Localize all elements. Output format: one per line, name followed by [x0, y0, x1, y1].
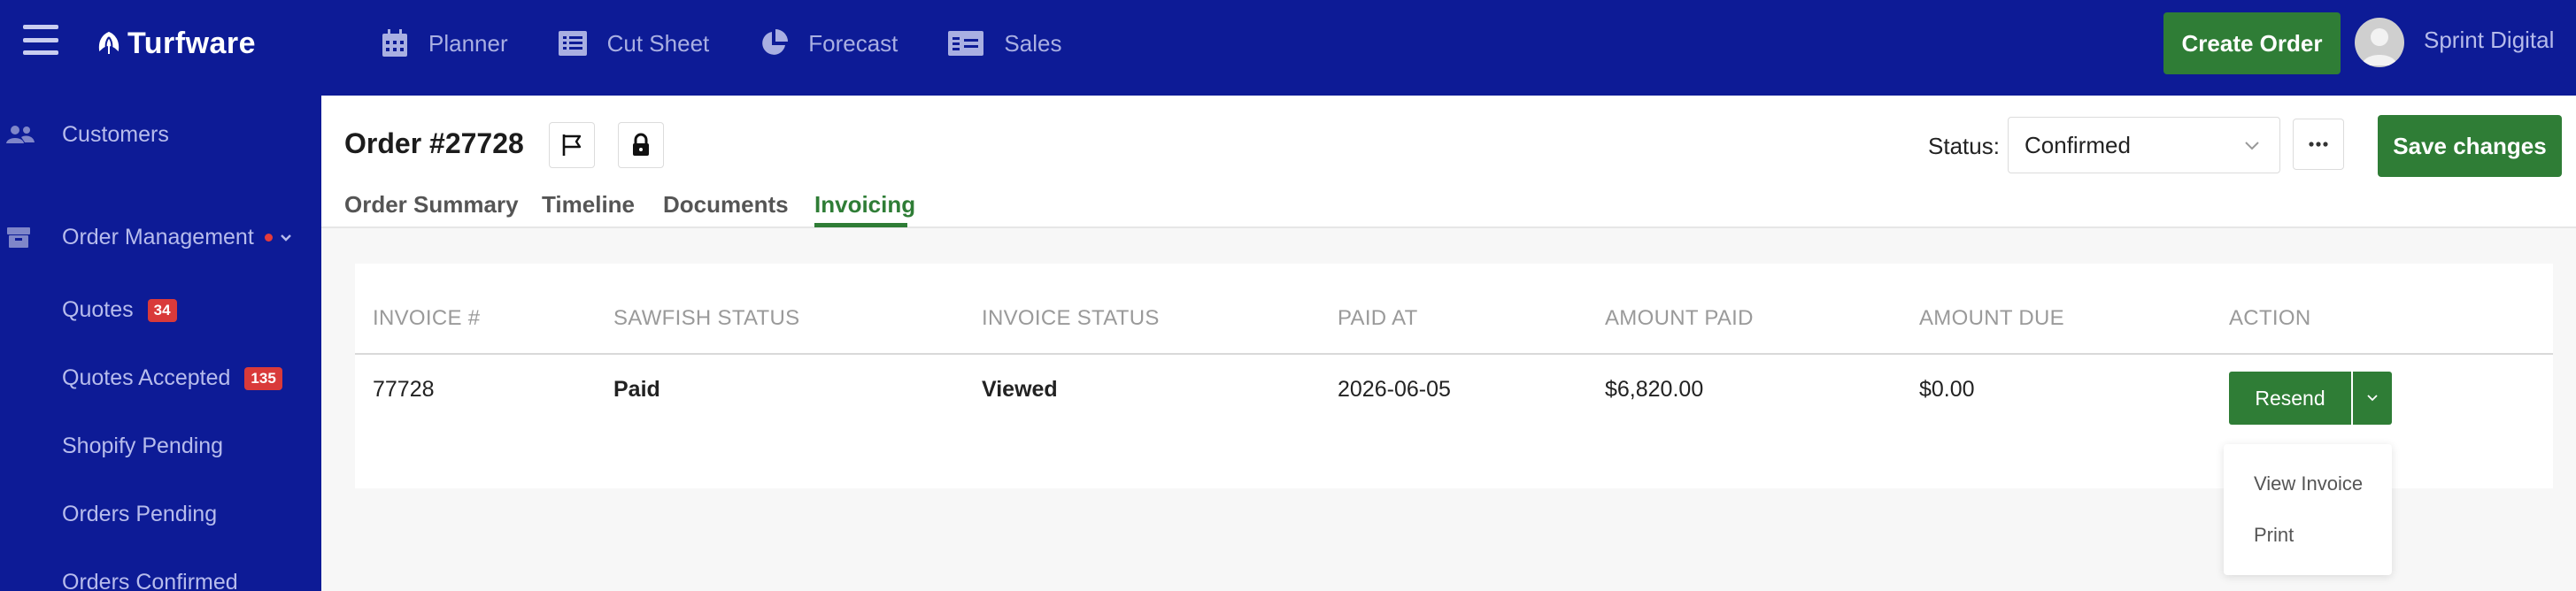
action-dropdown-toggle[interactable]	[2353, 372, 2392, 425]
sidebar-item-quotes-accepted[interactable]: Quotes Accepted 135	[0, 351, 321, 404]
sidebar-item-shopify-pending[interactable]: Shopify Pending	[0, 419, 321, 472]
nav-planner[interactable]: Planner	[381, 28, 508, 58]
leaf-icon	[98, 31, 120, 54]
tab-order-summary[interactable]: Order Summary	[344, 191, 519, 219]
menu-item-print[interactable]: Print	[2254, 524, 2294, 547]
menu-icon[interactable]	[23, 25, 58, 55]
chevron-down-icon	[280, 234, 291, 242]
action-dropdown-menu: View Invoice Print	[2224, 444, 2392, 575]
pie-chart-icon	[762, 29, 789, 55]
sidebar: Customers Order Management Quotes 34 Quot…	[0, 96, 321, 591]
chevron-down-icon	[2245, 142, 2259, 150]
user-icon	[2362, 28, 2397, 65]
ellipsis-icon	[2309, 142, 2328, 147]
lock-button[interactable]	[618, 122, 664, 168]
tab-timeline[interactable]: Timeline	[542, 191, 635, 219]
list-icon	[558, 31, 587, 56]
create-order-button[interactable]: Create Order	[2163, 12, 2341, 74]
sidebar-item-label: Order Management	[62, 225, 292, 250]
active-tab-indicator	[814, 223, 907, 227]
sidebar-item-order-management[interactable]: Order Management	[0, 211, 321, 264]
column-header-paid-at: PAID AT	[1338, 306, 1418, 330]
user-name[interactable]: Sprint Digital	[2424, 27, 2554, 54]
chevron-down-icon	[2367, 395, 2378, 402]
notification-dot	[264, 234, 273, 242]
column-header-amount-due: AMOUNT DUE	[1919, 306, 2064, 330]
user-avatar[interactable]	[2355, 18, 2404, 67]
invoice-status-cell: Viewed	[982, 377, 1058, 402]
sawfish-status-cell: Paid	[613, 377, 660, 402]
flag-button[interactable]	[549, 122, 595, 168]
sidebar-item-label: Orders Confirmed	[62, 569, 238, 591]
invoice-number-cell: 77728	[373, 377, 435, 402]
tab-invoicing[interactable]: Invoicing	[814, 191, 915, 219]
nav-forecast-label: Forecast	[808, 29, 899, 57]
sidebar-item-quotes[interactable]: Quotes 34	[0, 283, 321, 336]
tab-documents[interactable]: Documents	[663, 191, 789, 219]
app-logo[interactable]: Turfware	[96, 23, 256, 64]
users-icon	[6, 126, 35, 143]
box-icon	[7, 227, 30, 248]
sidebar-item-label: Customers	[62, 121, 169, 147]
paid-at-cell: 2026-06-05	[1338, 377, 1451, 402]
calendar-icon	[382, 29, 407, 57]
amount-paid-cell: $6,820.00	[1605, 377, 1704, 402]
menu-item-view-invoice[interactable]: View Invoice	[2254, 472, 2363, 495]
status-select[interactable]: Confirmed	[2008, 117, 2280, 173]
nav-planner-label: Planner	[428, 29, 508, 57]
count-badge: 34	[147, 298, 177, 322]
main-nav: Planner Cut Sheet Forecast Sales	[381, 23, 1111, 64]
resend-button[interactable]: Resend	[2229, 372, 2351, 425]
id-card-icon	[948, 31, 984, 56]
sidebar-item-label: Quotes Accepted 135	[62, 365, 282, 391]
sidebar-item-customers[interactable]: Customers	[0, 108, 321, 161]
nav-sales[interactable]: Sales	[947, 30, 1061, 58]
app-name: Turfware	[127, 26, 257, 60]
flag-icon	[562, 134, 582, 156]
nav-cut-sheet[interactable]: Cut Sheet	[558, 29, 710, 58]
column-header-invoice-status: INVOICE STATUS	[982, 306, 1160, 330]
page-title: Order #27728	[344, 127, 524, 159]
status-value: Confirmed	[2025, 131, 2131, 158]
column-header-action: ACTION	[2229, 306, 2311, 330]
nav-sales-label: Sales	[1004, 29, 1062, 57]
sidebar-item-label: Quotes 34	[62, 297, 177, 323]
sidebar-item-label: Shopify Pending	[62, 433, 224, 458]
nav-forecast[interactable]: Forecast	[759, 28, 898, 58]
sidebar-item-orders-confirmed[interactable]: Orders Confirmed	[0, 556, 321, 591]
amount-due-cell: $0.00	[1919, 377, 1975, 402]
sidebar-item-orders-pending[interactable]: Orders Pending	[0, 487, 321, 541]
count-badge: 135	[244, 366, 282, 390]
nav-cut-sheet-label: Cut Sheet	[606, 29, 710, 57]
column-header-sawfish-status: SAWFISH STATUS	[613, 306, 800, 330]
save-changes-button[interactable]: Save changes	[2378, 115, 2562, 177]
lock-icon	[633, 133, 649, 156]
more-options-button[interactable]	[2293, 119, 2344, 170]
column-header-invoice: INVOICE #	[373, 306, 481, 330]
table-header-divider	[355, 353, 2553, 355]
column-header-amount-paid: AMOUNT PAID	[1605, 306, 1754, 330]
sidebar-item-label: Orders Pending	[62, 501, 218, 526]
status-label: Status:	[1928, 133, 2000, 159]
